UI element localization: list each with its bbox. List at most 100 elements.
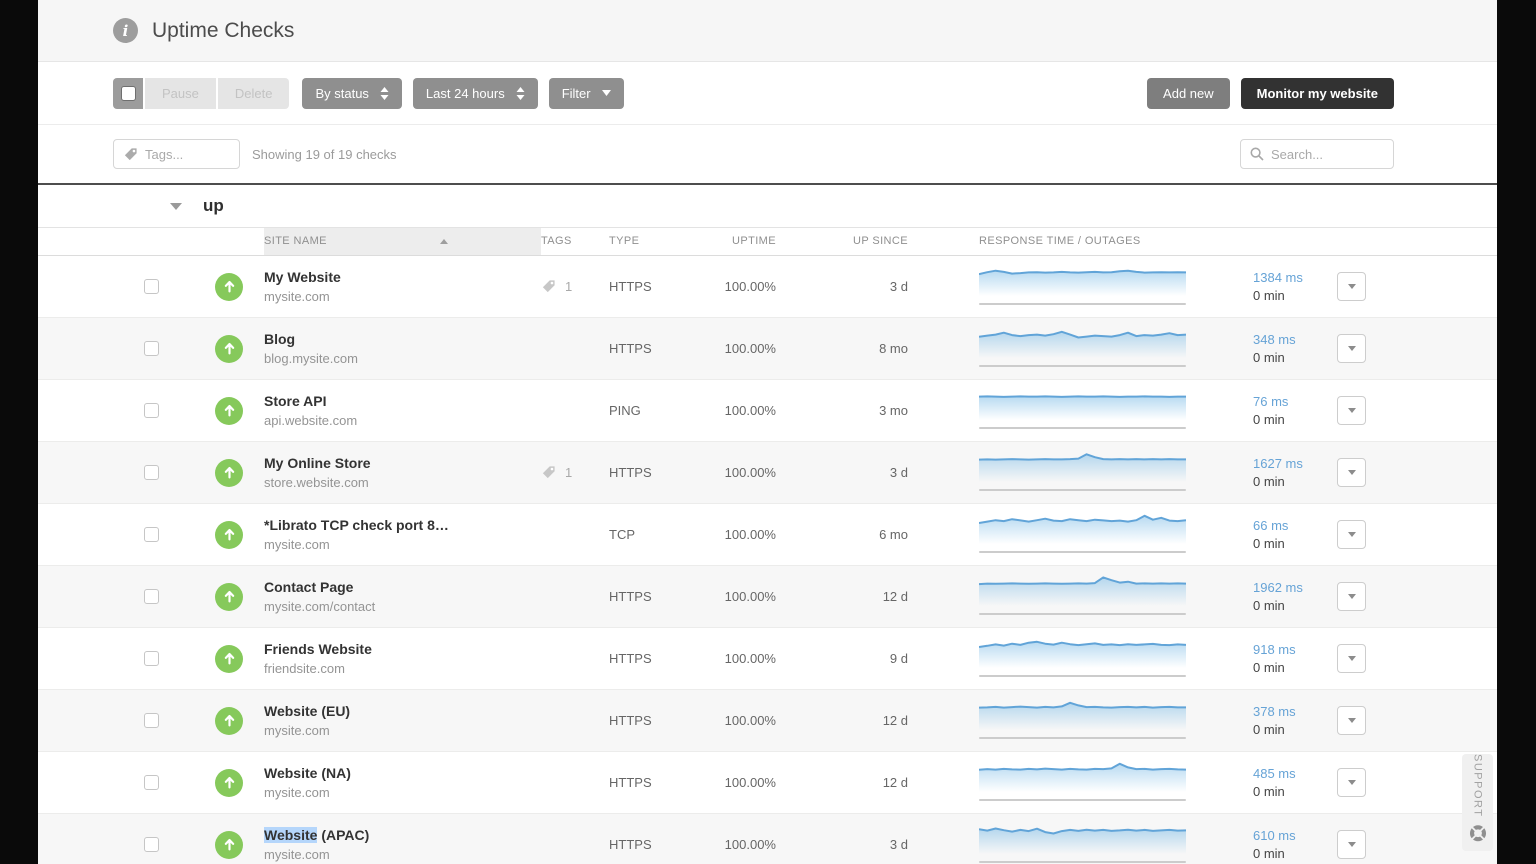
row-checkbox[interactable]: [144, 465, 159, 480]
row-name-cell: Website (EU) mysite.com: [264, 703, 541, 738]
tags-filter-input[interactable]: [145, 146, 225, 162]
pause-button[interactable]: Pause: [145, 77, 216, 109]
table-row: Blog blog.mysite.com HTTPS 100.00% 8 mo …: [38, 318, 1497, 380]
row-checkbox[interactable]: [144, 837, 159, 852]
response-sparkline[interactable]: [908, 570, 1187, 623]
add-new-button[interactable]: Add new: [1147, 77, 1230, 109]
response-sparkline[interactable]: [908, 632, 1187, 685]
row-status-cell: [215, 768, 264, 797]
response-sparkline[interactable]: [908, 260, 1187, 313]
response-time-link[interactable]: 1627 ms: [1253, 456, 1337, 471]
select-all-checkbox[interactable]: [113, 77, 143, 109]
uptime-value: 100.00%: [724, 527, 776, 542]
site-name-link[interactable]: Friends Website: [264, 641, 541, 657]
row-response-cell: 348 ms 0 min: [1186, 332, 1337, 365]
sparkline-chart: [978, 446, 1186, 499]
filter-dropdown[interactable]: Filter: [548, 77, 624, 109]
response-time-link[interactable]: 485 ms: [1253, 766, 1337, 781]
time-range-dropdown[interactable]: Last 24 hours: [412, 77, 538, 109]
check-type: HTTPS: [609, 713, 652, 728]
row-actions-dropdown[interactable]: [1337, 768, 1366, 797]
table-row: Friends Website friendsite.com HTTPS 100…: [38, 628, 1497, 690]
column-header-uptime[interactable]: UPTIME: [709, 228, 776, 255]
row-actions-dropdown[interactable]: [1337, 272, 1366, 301]
row-actions-dropdown[interactable]: [1337, 520, 1366, 549]
row-checkbox[interactable]: [144, 527, 159, 542]
response-time-link[interactable]: 610 ms: [1253, 828, 1337, 843]
response-time-link[interactable]: 1962 ms: [1253, 580, 1337, 595]
site-name-link[interactable]: Website (EU): [264, 703, 541, 719]
response-time-link[interactable]: 76 ms: [1253, 394, 1337, 409]
site-name-link[interactable]: *Librato TCP check port 8…: [264, 517, 541, 533]
response-sparkline[interactable]: [908, 694, 1186, 747]
row-actions-dropdown[interactable]: [1337, 458, 1366, 487]
monitor-my-website-button[interactable]: Monitor my website: [1240, 77, 1394, 109]
column-header-site-name[interactable]: SITE NAME: [264, 228, 541, 255]
row-checkbox[interactable]: [144, 403, 159, 418]
life-ring-icon: [1469, 825, 1486, 842]
site-name-link[interactable]: Contact Page: [264, 579, 541, 595]
support-tab[interactable]: SUPPORT: [1462, 754, 1493, 851]
row-menu-cell: [1337, 520, 1366, 549]
response-time-link[interactable]: 378 ms: [1253, 704, 1337, 719]
response-sparkline[interactable]: [908, 322, 1187, 375]
info-icon[interactable]: i: [113, 18, 138, 43]
column-header-tags[interactable]: TAGS: [541, 228, 609, 255]
status-up-icon: [215, 396, 243, 425]
uptime-value: 100.00%: [724, 465, 776, 480]
row-actions-dropdown[interactable]: [1337, 644, 1366, 673]
row-checkbox[interactable]: [144, 713, 159, 728]
status-group-header: up: [38, 183, 1497, 228]
site-name-link[interactable]: Website (APAC): [264, 827, 541, 843]
row-select-cell: [38, 403, 215, 418]
search-input-box[interactable]: [1240, 139, 1394, 169]
site-name-link[interactable]: My Online Store: [264, 455, 541, 471]
column-header-type[interactable]: TYPE: [609, 228, 709, 255]
row-checkbox[interactable]: [144, 279, 159, 294]
response-time-link[interactable]: 348 ms: [1253, 332, 1337, 347]
site-host: mysite.com: [264, 723, 330, 738]
showing-count-text: Showing 19 of 19 checks: [252, 146, 397, 162]
row-checkbox[interactable]: [144, 341, 159, 356]
site-name-link[interactable]: Store API: [264, 393, 541, 409]
search-input[interactable]: [1271, 146, 1381, 162]
collapse-group-icon[interactable]: [170, 202, 182, 210]
row-checkbox[interactable]: [144, 775, 159, 790]
response-sparkline[interactable]: [908, 818, 1187, 864]
response-sparkline[interactable]: [908, 446, 1186, 499]
site-name-link[interactable]: Website (NA): [264, 765, 541, 781]
outage-duration: 0 min: [1253, 660, 1285, 675]
status-up-icon: [215, 272, 243, 301]
row-checkbox[interactable]: [144, 589, 159, 604]
row-actions-dropdown[interactable]: [1337, 582, 1366, 611]
uptime-value: 100.00%: [724, 837, 776, 852]
row-menu-cell: [1337, 706, 1366, 735]
site-name-link[interactable]: My Website: [264, 269, 541, 285]
table-row: My Website mysite.com 1 HTTPS 100.00% 3 …: [38, 256, 1497, 318]
sort-by-status-dropdown[interactable]: By status: [302, 77, 402, 109]
delete-button[interactable]: Delete: [217, 77, 290, 109]
row-actions-dropdown[interactable]: [1337, 830, 1366, 859]
table-header-row: SITE NAME TAGS TYPE UPTIME UP SINCE RESP…: [38, 228, 1497, 256]
response-time-link[interactable]: 66 ms: [1253, 518, 1337, 533]
filter-bar: Showing 19 of 19 checks: [38, 125, 1497, 183]
row-actions-dropdown[interactable]: [1337, 334, 1366, 363]
response-sparkline[interactable]: [908, 384, 1186, 437]
up-since-value: 6 mo: [879, 527, 908, 542]
response-sparkline[interactable]: [908, 508, 1187, 561]
tags-filter-input-box[interactable]: [113, 139, 240, 169]
row-checkbox[interactable]: [144, 651, 159, 666]
sparkline-chart: [978, 570, 1187, 623]
response-time-link[interactable]: 918 ms: [1253, 642, 1337, 657]
row-actions-dropdown[interactable]: [1337, 706, 1366, 735]
response-sparkline[interactable]: [908, 756, 1187, 809]
row-select-cell: [38, 341, 215, 356]
site-name-link[interactable]: Blog: [264, 331, 541, 347]
row-select-cell: [38, 837, 215, 852]
column-header-up-since[interactable]: UP SINCE: [776, 228, 908, 255]
tag-count: 1: [565, 465, 573, 480]
response-time-link[interactable]: 1384 ms: [1253, 270, 1337, 285]
site-name-header-label: SITE NAME: [264, 235, 327, 247]
table-row: Website (APAC) mysite.com HTTPS 100.00% …: [38, 814, 1497, 864]
row-actions-dropdown[interactable]: [1337, 396, 1366, 425]
